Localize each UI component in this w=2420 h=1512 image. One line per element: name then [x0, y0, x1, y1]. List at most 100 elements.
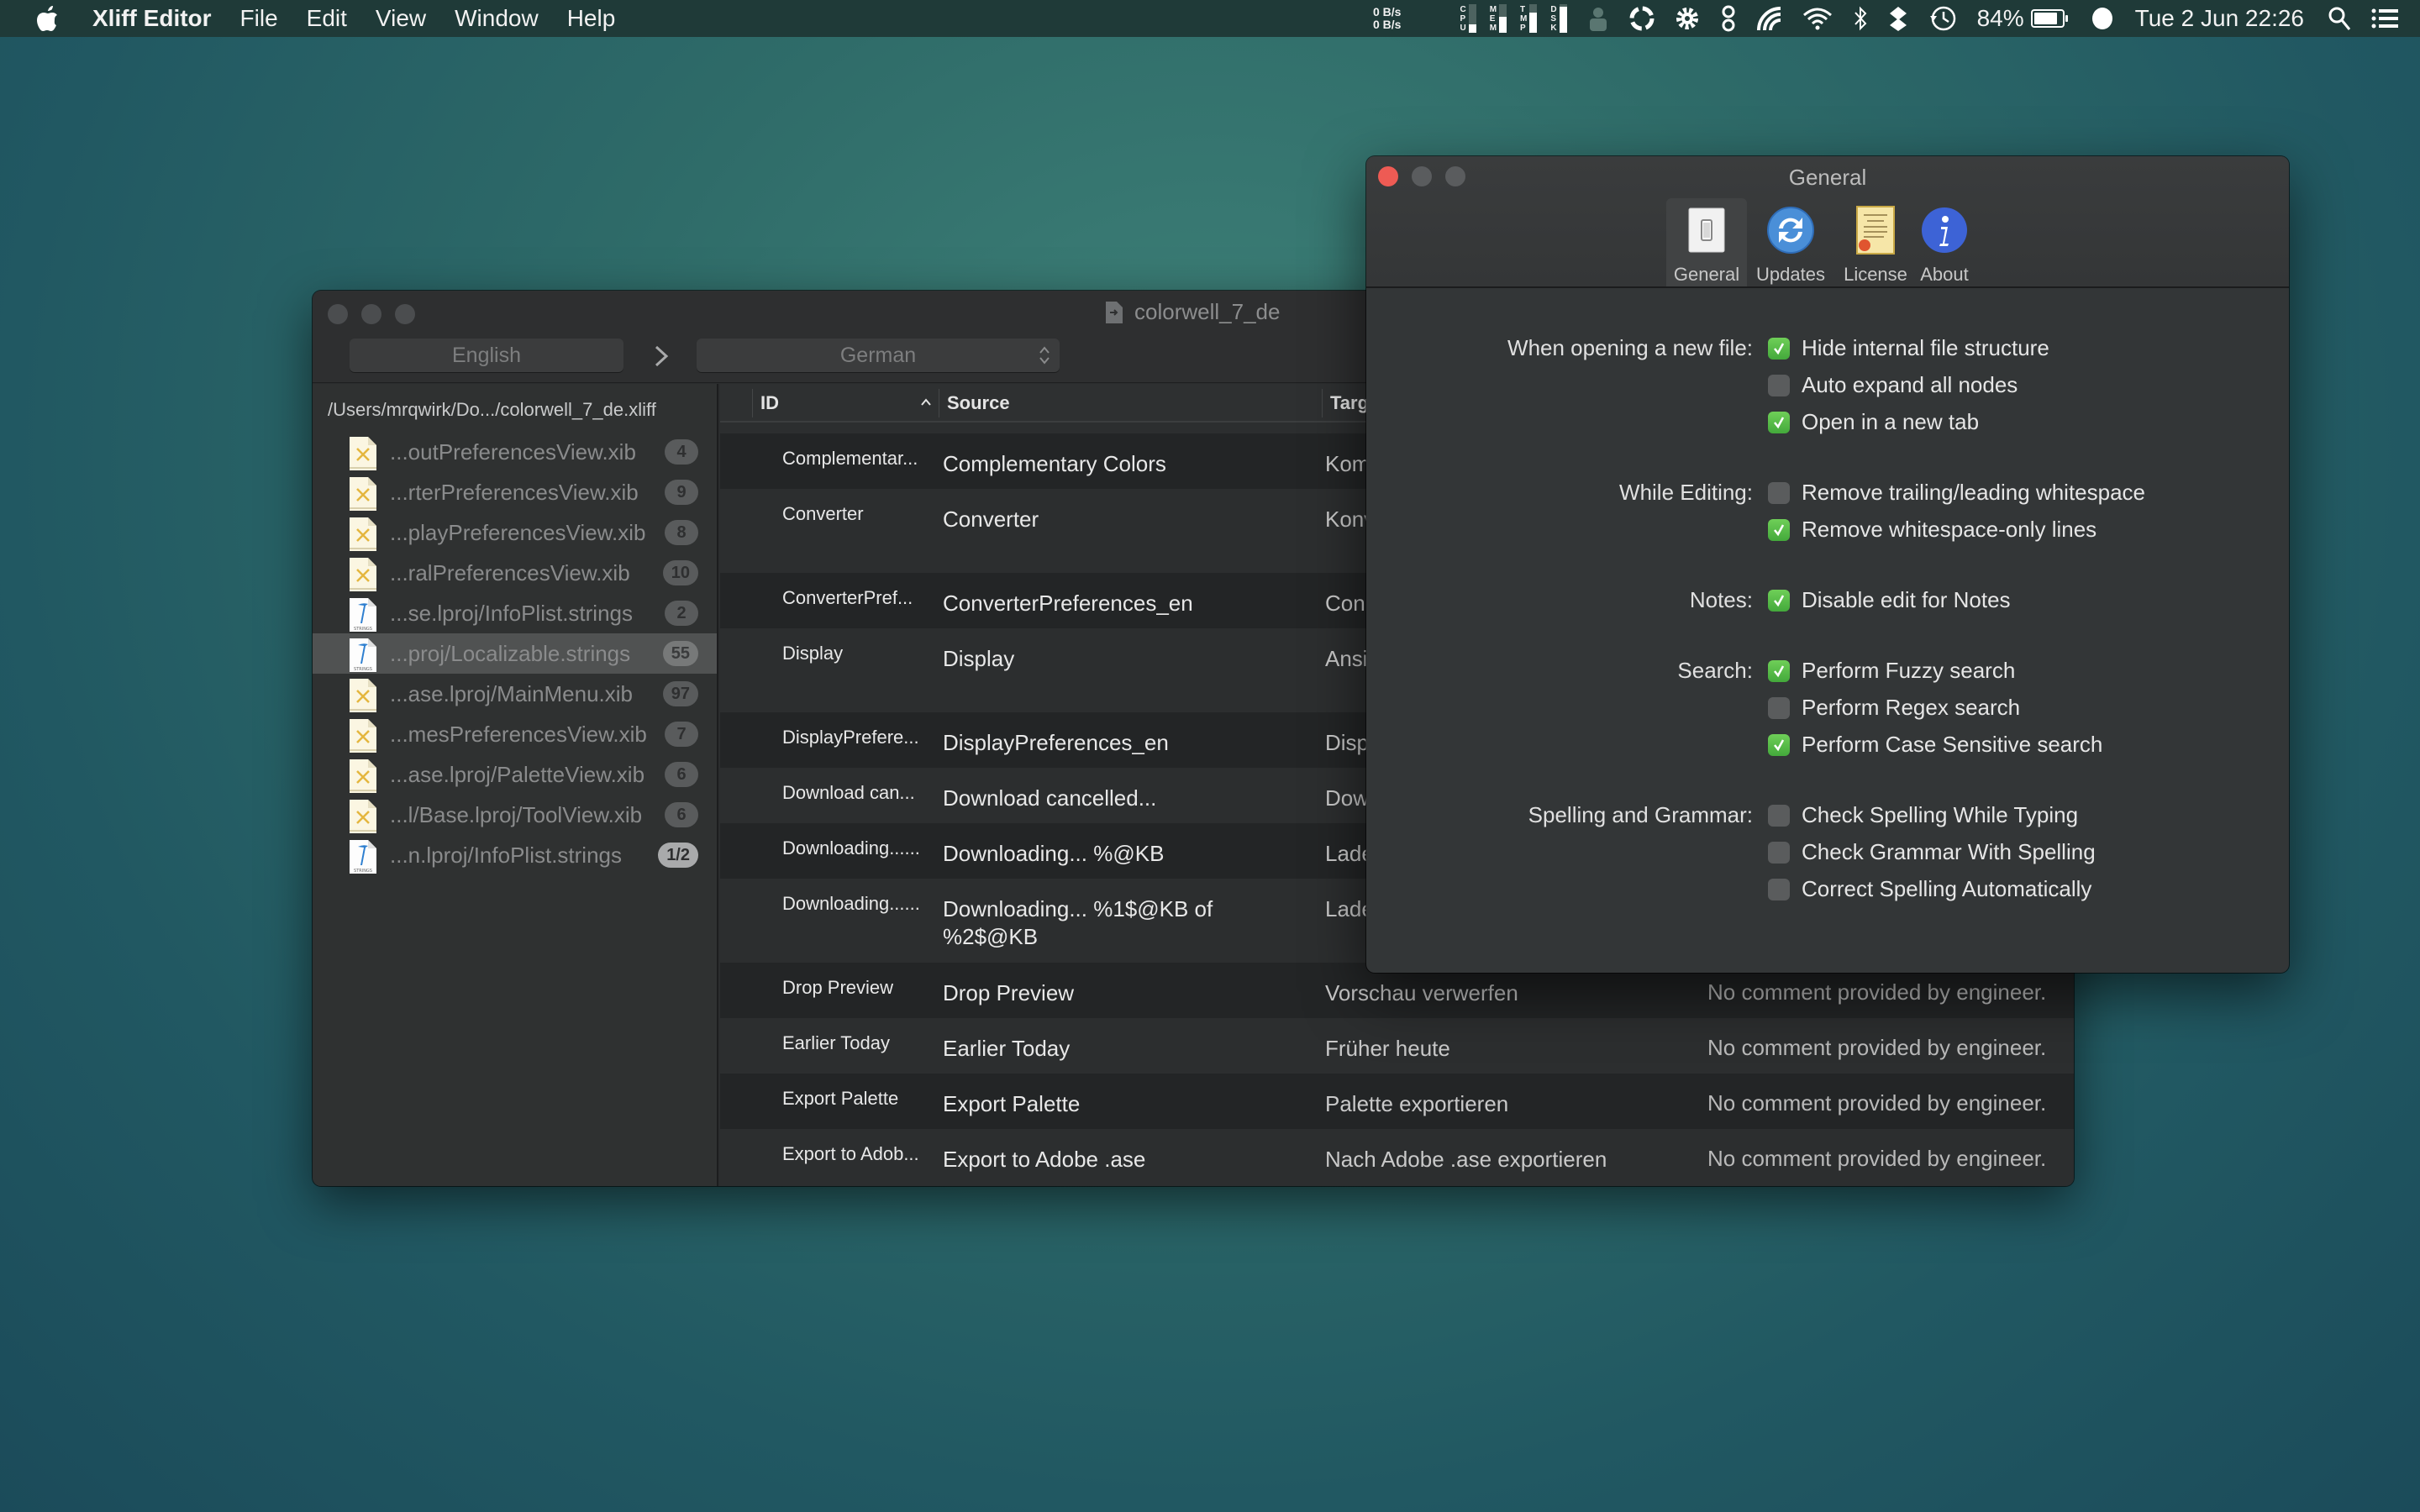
network-speed[interactable]: 0 B/s 0 B/s [1373, 6, 1401, 31]
checkbox-checked[interactable] [1768, 659, 1790, 682]
cell-target[interactable]: Vorschau verwerfen [1325, 979, 1678, 1007]
cell-target[interactable]: Nach Adobe .ase exportieren [1325, 1146, 1678, 1173]
dropbox-icon[interactable] [1888, 0, 1908, 37]
cell-note[interactable]: No comment provided by engineer. [1707, 979, 2046, 1005]
cell-id: Complementar... [782, 448, 918, 469]
tab-general[interactable]: General [1666, 198, 1747, 286]
spotlight-search-icon[interactable] [2328, 0, 2351, 37]
meter-mem[interactable]: MEM [1490, 4, 1507, 33]
count-badge: 2 [665, 601, 698, 626]
checkbox-unchecked[interactable] [1768, 481, 1790, 504]
pref-checkbox-option[interactable]: Check Spelling While Typing [1768, 802, 2078, 828]
checkbox-checked[interactable] [1768, 733, 1790, 756]
tab-about[interactable]: About [1911, 198, 1978, 286]
pref-checkbox-option[interactable]: Check Grammar With Spelling [1768, 839, 2096, 865]
sidebar-file-item[interactable]: ...mesPreferencesView.xib 7 [313, 714, 717, 754]
checkbox-checked[interactable] [1768, 518, 1790, 541]
cell-target[interactable]: Früher heute [1325, 1035, 1678, 1063]
signal-icon[interactable] [1756, 0, 1782, 37]
sort-ascending-icon[interactable] [919, 396, 933, 409]
music-icon[interactable] [1720, 0, 1737, 37]
target-language-select[interactable]: German [697, 339, 1060, 372]
pref-checkbox-option[interactable]: Disable edit for Notes [1768, 587, 2011, 613]
battery-icon[interactable] [2030, 9, 2068, 28]
checkbox-unchecked[interactable] [1768, 878, 1790, 900]
pref-checkbox-option[interactable]: Perform Regex search [1768, 695, 2020, 721]
sync-icon[interactable] [1629, 0, 1655, 37]
svg-text:STRINGS: STRINGS [354, 627, 372, 632]
pref-checkbox-option[interactable]: Perform Case Sensitive search [1768, 732, 2102, 758]
gear-icon[interactable] [1675, 0, 1700, 37]
checkbox-unchecked[interactable] [1768, 804, 1790, 827]
sidebar-file-item[interactable]: ...ralPreferencesView.xib 10 [313, 553, 717, 593]
checkbox-unchecked[interactable] [1768, 374, 1790, 396]
cell-note[interactable]: No comment provided by engineer. [1707, 1090, 2046, 1116]
meter-cpu[interactable]: CPU [1460, 4, 1476, 33]
pref-checkbox-option[interactable]: Correct Spelling Automatically [1768, 876, 2091, 902]
pref-checkbox-option[interactable]: Open in a new tab [1768, 409, 1979, 435]
pref-option-label: Disable edit for Notes [1802, 587, 2011, 612]
sidebar-file-item[interactable]: STRINGS ...n.lproj/InfoPlist.strings 1/2 [313, 835, 717, 875]
table-row[interactable]: Export Palette Export Palette Palette expo… [720, 1074, 2074, 1129]
clock[interactable]: Tue 2 Jun 22:26 [2135, 5, 2304, 32]
source-language-select[interactable]: English [350, 339, 623, 372]
checkbox-unchecked[interactable] [1768, 696, 1790, 719]
pref-checkbox-option[interactable]: Hide internal file structure [1768, 335, 2049, 361]
tab-license[interactable]: License [1835, 198, 1916, 286]
sidebar-file-item[interactable]: STRINGS ...se.lproj/InfoPlist.strings 2 [313, 593, 717, 633]
sidebar-file-item[interactable]: ...ase.lproj/PaletteView.xib 6 [313, 754, 717, 795]
pref-option-label: Remove trailing/leading whitespace [1802, 480, 2146, 505]
pref-checkbox-option[interactable]: Remove whitespace-only lines [1768, 517, 2096, 543]
battery-percent: 84% [1976, 5, 2024, 31]
pref-checkbox-option[interactable]: Perform Fuzzy search [1768, 658, 2015, 684]
system-meters[interactable]: CPU MEM TMP DSK [1460, 4, 1580, 33]
column-header-id[interactable]: ID [760, 384, 779, 423]
minimize-button[interactable] [361, 304, 381, 324]
column-separator[interactable] [1322, 389, 1323, 417]
table-row[interactable]: Export to Adob... Export to Adobe .ase Nac… [720, 1129, 2074, 1184]
file-name: ...ase.lproj/PaletteView.xib [390, 761, 645, 787]
menu-edit[interactable]: Edit [307, 5, 347, 32]
sidebar-file-item[interactable]: ...playPreferencesView.xib 8 [313, 512, 717, 553]
sidebar-file-item[interactable]: ...ase.lproj/MainMenu.xib 97 [313, 674, 717, 714]
time-machine-icon[interactable] [1928, 0, 1957, 37]
close-button[interactable] [328, 304, 348, 324]
checkbox-checked[interactable] [1768, 589, 1790, 612]
menu-window[interactable]: Window [455, 5, 539, 32]
sidebar-file-item[interactable]: ...l/Base.lproj/ToolView.xib 6 [313, 795, 717, 835]
sidebar-file-item[interactable]: STRINGS ...proj/Localizable.strings 55 [313, 633, 717, 674]
pref-option-label: Open in a new tab [1802, 409, 1980, 434]
sidebar-file-item[interactable]: ...outPreferencesView.xib 4 [313, 432, 717, 472]
cell-note[interactable]: No comment provided by engineer. [1707, 1035, 2046, 1061]
xliff-file-path[interactable]: /Users/mrqwirk/Do.../colorwell_7_de.xlif… [328, 399, 656, 421]
menu-file[interactable]: File [240, 5, 278, 32]
checkbox-checked[interactable] [1768, 337, 1790, 360]
cell-source: Drop Preview [943, 980, 1075, 1005]
meter-tmp[interactable]: TMP [1520, 4, 1538, 33]
pref-checkbox-option[interactable]: Remove trailing/leading whitespace [1768, 480, 2145, 506]
notification-center-icon[interactable] [2371, 0, 2398, 37]
wifi-icon[interactable] [1802, 0, 1833, 37]
pref-checkbox-option[interactable]: Auto expand all nodes [1768, 372, 2018, 398]
column-separator[interactable] [752, 389, 753, 417]
cell-target[interactable]: Palette exportieren [1325, 1090, 1678, 1118]
table-row[interactable]: Earlier Today Earlier Today Früher heute No… [720, 1018, 2074, 1074]
tab-updates[interactable]: Updates [1750, 198, 1831, 286]
notification-dot-icon[interactable] [2090, 0, 2115, 37]
column-header-source[interactable]: Source [947, 384, 1010, 423]
checkbox-unchecked[interactable] [1768, 841, 1790, 864]
menu-help[interactable]: Help [567, 5, 616, 32]
strings-file-icon: STRINGS [350, 840, 376, 874]
count-badge: 10 [662, 560, 698, 585]
user-icon[interactable] [1587, 0, 1609, 37]
apple-menu-icon[interactable] [32, 3, 62, 34]
cell-note[interactable]: No comment provided by engineer. [1707, 1146, 2046, 1172]
sidebar-file-item[interactable]: ...rterPreferencesView.xib 9 [313, 472, 717, 512]
menu-app-name[interactable]: Xliff Editor [92, 5, 212, 32]
menu-view[interactable]: View [376, 5, 426, 32]
meter-dsk[interactable]: DSK [1550, 4, 1567, 33]
checkbox-checked[interactable] [1768, 411, 1790, 433]
zoom-button[interactable] [395, 304, 415, 324]
bluetooth-icon[interactable] [1853, 0, 1868, 37]
file-name: ...se.lproj/InfoPlist.strings [390, 600, 633, 626]
